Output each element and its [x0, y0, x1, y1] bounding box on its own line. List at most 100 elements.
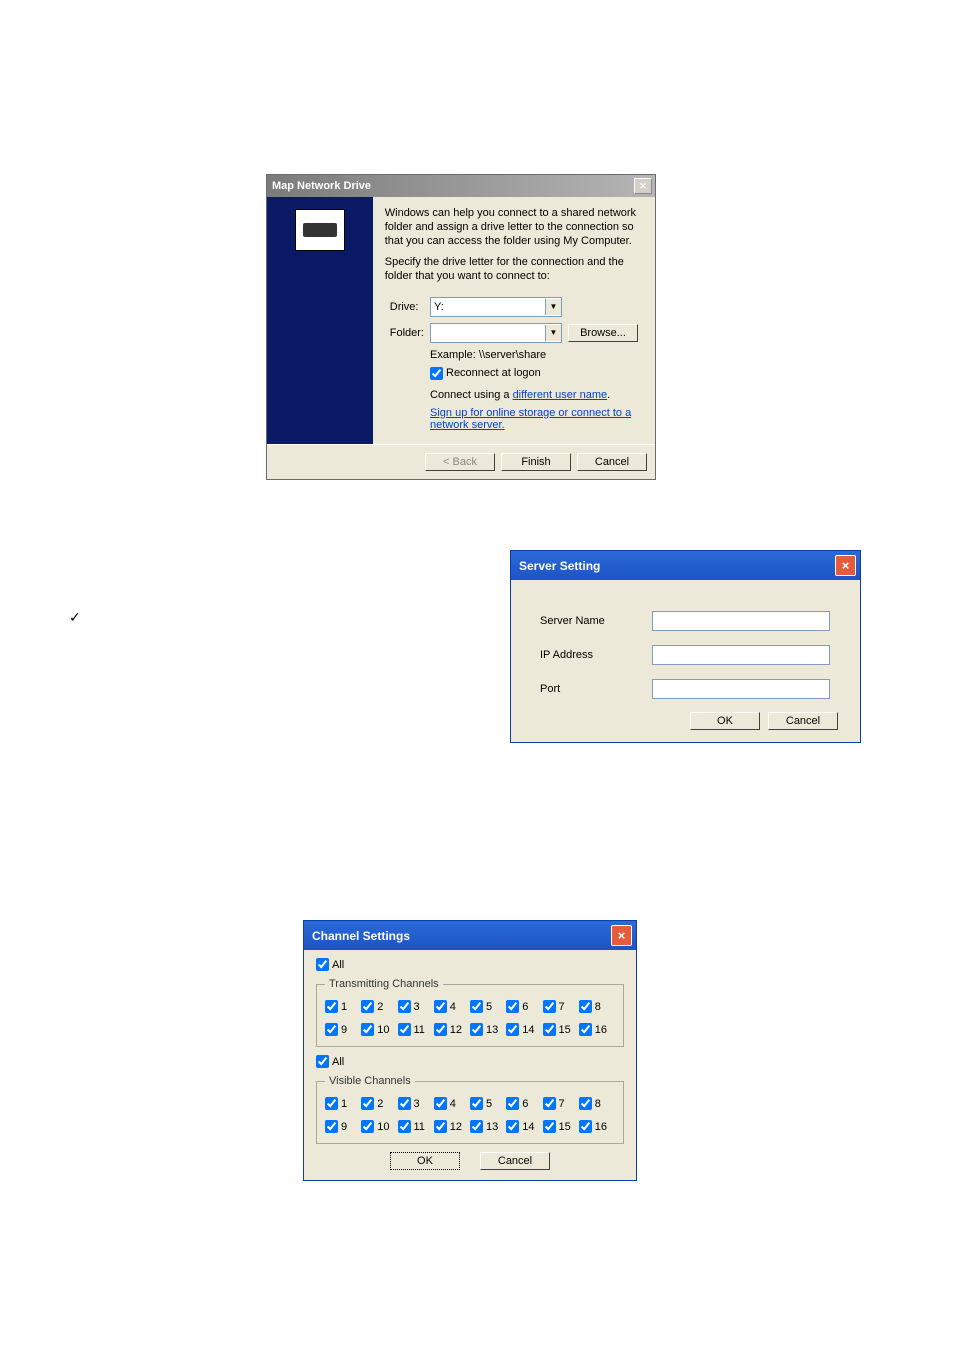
folder-select-value[interactable] — [431, 325, 545, 341]
browse-button[interactable]: Browse... — [568, 324, 638, 342]
vis-channel-12-checkbox[interactable]: 12 — [434, 1120, 464, 1133]
all-transmitting-checkbox-input[interactable] — [316, 958, 329, 971]
finish-button[interactable]: Finish — [501, 453, 571, 471]
tx-channel-13-checkbox[interactable]: 13 — [470, 1023, 500, 1036]
tx-channel-5-checkbox[interactable]: 5 — [470, 1000, 500, 1013]
ip-address-input[interactable] — [652, 645, 830, 665]
tx-channel-2-checkbox[interactable]: 2 — [361, 1000, 391, 1013]
vis-channel-16-checkbox-input[interactable] — [579, 1120, 592, 1133]
channel-dialog-titlebar: Channel Settings × — [304, 921, 636, 950]
tx-channel-10-checkbox-input[interactable] — [361, 1023, 374, 1036]
vis-channel-8-checkbox-input[interactable] — [579, 1097, 592, 1110]
vis-channel-9-checkbox-input[interactable] — [325, 1120, 338, 1133]
tx-channel-6-checkbox-input[interactable] — [506, 1000, 519, 1013]
tx-channel-14-checkbox[interactable]: 14 — [506, 1023, 536, 1036]
tx-channel-12-checkbox[interactable]: 12 — [434, 1023, 464, 1036]
port-row: Port — [539, 678, 832, 700]
vis-channel-8-checkbox[interactable]: 8 — [579, 1097, 609, 1110]
vis-channel-2-checkbox-input[interactable] — [361, 1097, 374, 1110]
cancel-button[interactable]: Cancel — [577, 453, 647, 471]
folder-example: Example: \\server\share — [429, 348, 639, 362]
tx-channel-10-checkbox[interactable]: 10 — [361, 1023, 391, 1036]
close-icon[interactable]: ✕ — [634, 178, 652, 194]
tx-channel-1-checkbox[interactable]: 1 — [325, 1000, 355, 1013]
tx-channel-16-checkbox[interactable]: 16 — [579, 1023, 609, 1036]
tx-channel-3-checkbox[interactable]: 3 — [398, 1000, 428, 1013]
all-visible-checkbox[interactable]: All — [316, 1055, 344, 1068]
vis-channel-13-checkbox[interactable]: 13 — [470, 1120, 500, 1133]
vis-channel-15-checkbox[interactable]: 15 — [543, 1120, 573, 1133]
vis-channel-11-checkbox-input[interactable] — [398, 1120, 411, 1133]
tx-channel-2-checkbox-input[interactable] — [361, 1000, 374, 1013]
tx-channel-6-checkbox[interactable]: 6 — [506, 1000, 536, 1013]
cancel-button[interactable]: Cancel — [768, 712, 838, 730]
folder-label: Folder: — [389, 322, 425, 344]
vis-channel-10-checkbox-input[interactable] — [361, 1120, 374, 1133]
vis-channel-7-checkbox[interactable]: 7 — [543, 1097, 573, 1110]
tx-channel-7-checkbox[interactable]: 7 — [543, 1000, 573, 1013]
tx-channel-9-checkbox-input[interactable] — [325, 1023, 338, 1036]
vis-channel-9-checkbox[interactable]: 9 — [325, 1120, 355, 1133]
vis-channel-6-checkbox-input[interactable] — [506, 1097, 519, 1110]
vis-channel-14-checkbox-input[interactable] — [506, 1120, 519, 1133]
vis-channel-15-checkbox-input[interactable] — [543, 1120, 556, 1133]
tx-channel-11-checkbox[interactable]: 11 — [398, 1023, 428, 1036]
vis-channel-10-checkbox[interactable]: 10 — [361, 1120, 391, 1133]
vis-channel-6-checkbox[interactable]: 6 — [506, 1097, 536, 1110]
vis-channel-13-checkbox-input[interactable] — [470, 1120, 483, 1133]
server-name-label: Server Name — [539, 610, 641, 632]
chevron-down-icon[interactable]: ▼ — [545, 299, 561, 315]
tx-channel-12-checkbox-input[interactable] — [434, 1023, 447, 1036]
tx-channel-8-checkbox-input[interactable] — [579, 1000, 592, 1013]
tx-channel-14-checkbox-input[interactable] — [506, 1023, 519, 1036]
all-visible-checkbox-input[interactable] — [316, 1055, 329, 1068]
map-dialog-paragraph-1: Windows can help you connect to a shared… — [385, 207, 643, 248]
vis-channel-11-checkbox[interactable]: 11 — [398, 1120, 428, 1133]
server-dialog-body: Server Name IP Address Port OK Cancel — [511, 580, 860, 742]
tx-channel-4-checkbox-input[interactable] — [434, 1000, 447, 1013]
vis-channel-5-checkbox[interactable]: 5 — [470, 1097, 500, 1110]
vis-channel-14-checkbox[interactable]: 14 — [506, 1120, 536, 1133]
tx-channel-3-checkbox-input[interactable] — [398, 1000, 411, 1013]
tx-channel-9-checkbox[interactable]: 9 — [325, 1023, 355, 1036]
reconnect-checkbox-input[interactable] — [430, 367, 443, 380]
close-icon[interactable]: × — [835, 555, 856, 576]
tx-channel-7-label: 7 — [559, 1001, 565, 1013]
tx-channel-15-checkbox[interactable]: 15 — [543, 1023, 573, 1036]
tx-channel-15-checkbox-input[interactable] — [543, 1023, 556, 1036]
close-icon[interactable]: × — [611, 925, 632, 946]
vis-channel-5-checkbox-input[interactable] — [470, 1097, 483, 1110]
tx-channel-8-checkbox[interactable]: 8 — [579, 1000, 609, 1013]
tx-channel-7-checkbox-input[interactable] — [543, 1000, 556, 1013]
vis-channel-1-checkbox-input[interactable] — [325, 1097, 338, 1110]
tx-channel-11-checkbox-input[interactable] — [398, 1023, 411, 1036]
vis-channel-3-checkbox-input[interactable] — [398, 1097, 411, 1110]
all-transmitting-checkbox[interactable]: All — [316, 958, 344, 971]
vis-channel-16-checkbox[interactable]: 16 — [579, 1120, 609, 1133]
ok-button[interactable]: OK — [690, 712, 760, 730]
port-input[interactable] — [652, 679, 830, 699]
tx-channel-13-checkbox-input[interactable] — [470, 1023, 483, 1036]
server-setting-dialog: Server Setting × Server Name IP Address … — [510, 550, 861, 743]
tx-channel-1-checkbox-input[interactable] — [325, 1000, 338, 1013]
drive-select[interactable]: ▼ — [430, 297, 562, 317]
tx-channel-4-checkbox[interactable]: 4 — [434, 1000, 464, 1013]
drive-select-value[interactable] — [431, 299, 545, 315]
ok-button[interactable]: OK — [390, 1152, 460, 1170]
vis-channel-1-checkbox[interactable]: 1 — [325, 1097, 355, 1110]
vis-channel-4-checkbox-input[interactable] — [434, 1097, 447, 1110]
tx-channel-16-checkbox-input[interactable] — [579, 1023, 592, 1036]
reconnect-checkbox[interactable]: Reconnect at logon — [430, 367, 541, 380]
server-name-input[interactable] — [652, 611, 830, 631]
chevron-down-icon[interactable]: ▼ — [545, 325, 561, 341]
cancel-button[interactable]: Cancel — [480, 1152, 550, 1170]
tx-channel-5-checkbox-input[interactable] — [470, 1000, 483, 1013]
vis-channel-3-checkbox[interactable]: 3 — [398, 1097, 428, 1110]
signup-link[interactable]: Sign up for online storage or connect to… — [430, 407, 638, 431]
vis-channel-2-checkbox[interactable]: 2 — [361, 1097, 391, 1110]
folder-select[interactable]: ▼ — [430, 323, 562, 343]
vis-channel-12-checkbox-input[interactable] — [434, 1120, 447, 1133]
different-user-link[interactable]: different user name — [513, 389, 608, 401]
vis-channel-4-checkbox[interactable]: 4 — [434, 1097, 464, 1110]
vis-channel-7-checkbox-input[interactable] — [543, 1097, 556, 1110]
